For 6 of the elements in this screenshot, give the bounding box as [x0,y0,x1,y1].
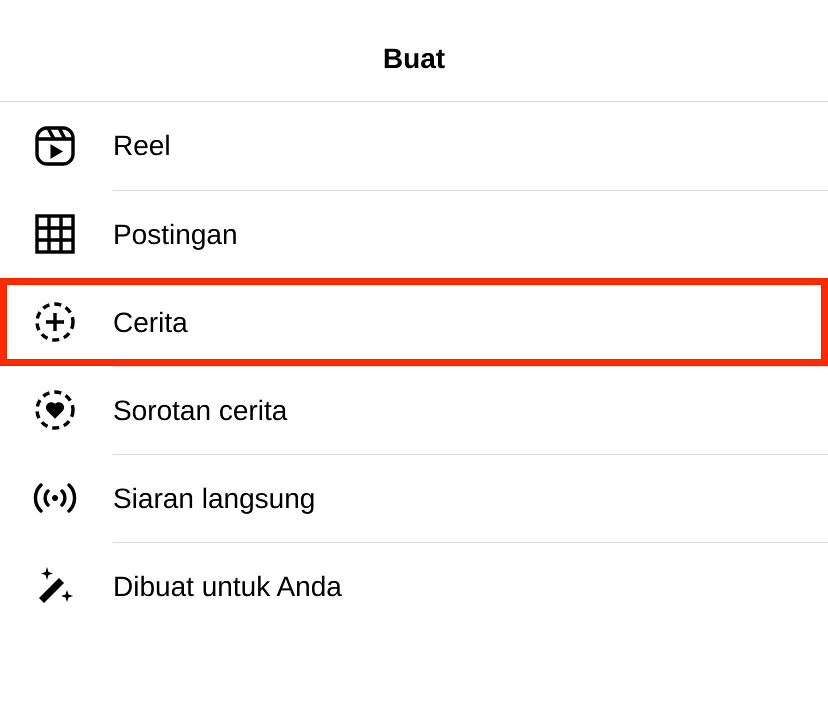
grid-icon [33,212,77,256]
menu-item[interactable]: Cerita [0,278,828,366]
sheet-title: Buat [382,42,446,74]
story-add-icon [33,300,77,344]
heart-circle-icon [33,388,77,432]
reel-icon [33,124,77,168]
